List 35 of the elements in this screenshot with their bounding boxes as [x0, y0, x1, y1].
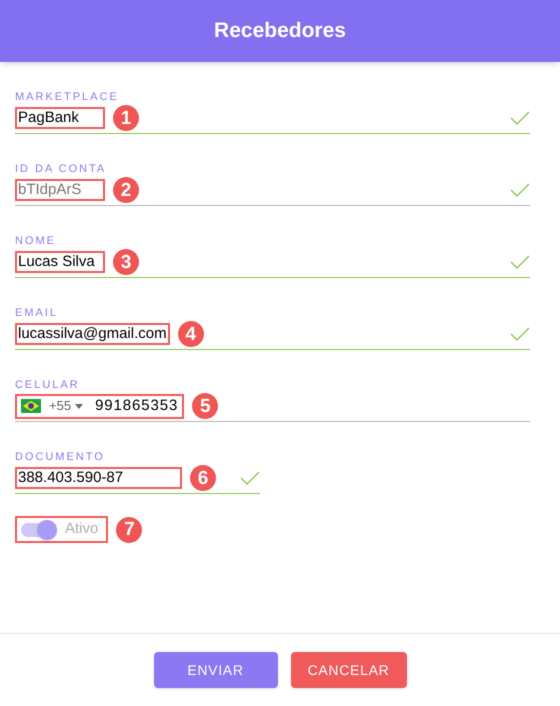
field-label: ID DA CONTA: [15, 164, 108, 175]
annotation-number: 4: [178, 321, 204, 347]
phone-number: 991865353: [95, 396, 178, 416]
flag-icon: [21, 399, 41, 413]
annotation-number: 1: [113, 105, 139, 131]
input-field[interactable]: lucassilva@gmail.com 4: [15, 319, 530, 350]
annotation-number: 2: [113, 177, 139, 203]
field-label: MARKETPLACE: [15, 92, 120, 103]
check-icon: [240, 471, 260, 485]
field-label: NOME: [15, 236, 57, 247]
check-icon: [510, 327, 530, 341]
field-value: PagBank: [15, 107, 105, 129]
page-title: Recebedores: [214, 18, 346, 44]
input-field[interactable]: 388.403.590-87 6: [15, 463, 260, 494]
country-code[interactable]: +55: [49, 396, 72, 416]
field-label: EMAIL: [15, 308, 59, 319]
field-value: 388.403.590-87: [15, 467, 182, 489]
toggle-track[interactable]: [21, 522, 57, 536]
annotation-number: 5: [192, 393, 218, 419]
field-value: bTIdpArS: [15, 179, 105, 201]
input-field[interactable]: +55 991865353 5: [15, 391, 530, 422]
field-value: Lucas Silva: [15, 251, 105, 273]
field-label: DOCUMENTO: [15, 452, 106, 463]
input-field[interactable]: PagBank 1: [15, 103, 530, 134]
check-icon: [510, 255, 530, 269]
toggle-label: Ativo: [65, 519, 100, 540]
field-value: lucassilva@gmail.com: [15, 323, 170, 345]
check-icon: [510, 111, 530, 125]
annotation-number: 6: [190, 465, 216, 491]
annotation-number: 3: [113, 249, 139, 275]
annotation-number: 7: [116, 516, 142, 542]
input-field[interactable]: Lucas Silva 3: [15, 247, 530, 278]
field-label: CELULAR: [15, 380, 81, 391]
check-icon: [510, 183, 530, 197]
caret-icon[interactable]: [75, 404, 84, 408]
